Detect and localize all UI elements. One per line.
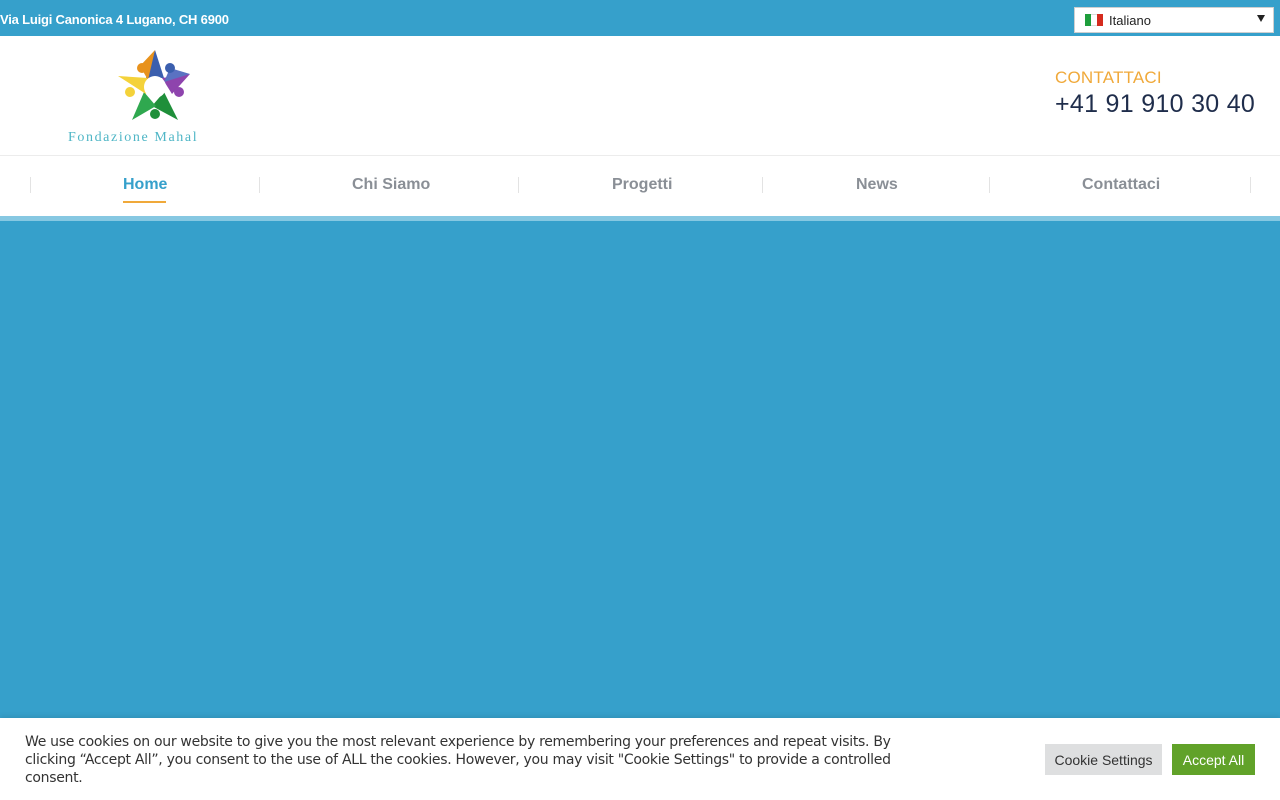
nav-separator	[1250, 177, 1251, 193]
nav-separator	[518, 177, 519, 193]
italy-flag-icon	[1085, 14, 1103, 26]
phone-number[interactable]: +41 91 910 30 40	[1055, 90, 1255, 119]
cookie-banner: We use cookies on our website to give yo…	[0, 718, 1280, 800]
main-nav: Home Chi Siamo Progetti News Contattaci	[0, 156, 1280, 216]
hero-banner	[0, 221, 1280, 718]
nav-separator	[259, 177, 260, 193]
language-select-value: Italiano	[1109, 12, 1151, 28]
nav-item-chi-siamo[interactable]: Chi Siamo	[352, 176, 430, 194]
address-text: Via Luigi Canonica 4 Lugano, CH 6900	[0, 12, 229, 27]
logo-text: Fondazione Mahal	[68, 130, 199, 145]
nav-item-progetti[interactable]: Progetti	[612, 176, 672, 194]
nav-item-home[interactable]: Home	[123, 176, 167, 194]
contact-label: CONTATTACI	[1055, 68, 1162, 87]
nav-separator	[989, 177, 990, 193]
chevron-down-icon	[1257, 15, 1265, 22]
site-logo[interactable]: Fondazione Mahal	[68, 48, 243, 148]
nav-item-news[interactable]: News	[856, 176, 898, 194]
nav-separator	[30, 177, 31, 193]
header-contact: CONTATTACI +41 91 910 30 40	[1055, 68, 1255, 119]
nav-active-underline	[123, 201, 166, 203]
nav-item-contattaci[interactable]: Contattaci	[1082, 176, 1160, 194]
site-header: Fondazione Mahal CONTATTACI +41 91 910 3…	[0, 36, 1280, 156]
accept-all-button[interactable]: Accept All	[1172, 744, 1255, 775]
cookie-settings-button[interactable]: Cookie Settings	[1045, 744, 1162, 775]
top-bar: Via Luigi Canonica 4 Lugano, CH 6900 Ita…	[0, 0, 1280, 36]
cookie-message: We use cookies on our website to give yo…	[25, 734, 891, 786]
logo-star-people-icon	[118, 50, 190, 120]
nav-separator	[762, 177, 763, 193]
language-select[interactable]: Italiano	[1074, 7, 1274, 33]
